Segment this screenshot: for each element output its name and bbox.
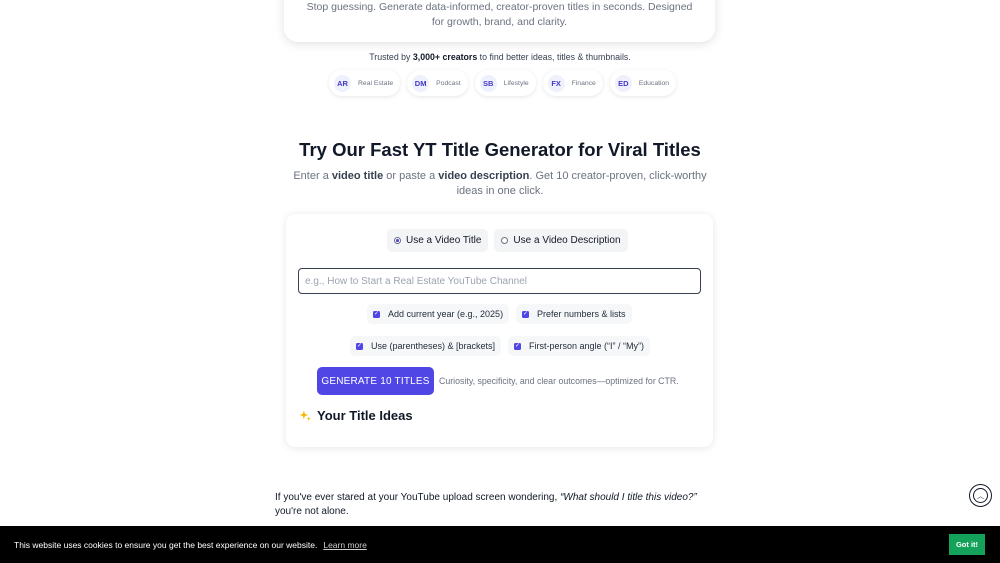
creator-pill: ED Education [609, 70, 677, 96]
option-first-person[interactable]: ✓ First-person angle (“I” / “My”) [508, 336, 651, 356]
video-title-input[interactable] [298, 268, 701, 294]
creator-avatar: AR [334, 74, 351, 92]
generate-hint: Curiosity, specificity, and clear outcom… [439, 376, 679, 386]
article-intro: If you've ever stared at your YouTube up… [275, 491, 725, 519]
section-title: Try Our Fast YT Title Generator for Vira… [299, 139, 701, 160]
hero-card: Stop guessing. Generate data-informed, c… [284, 0, 715, 42]
creator-pill: AR Real Estate [329, 70, 401, 96]
cookie-banner: This website uses cookies to ensure you … [0, 526, 1000, 563]
checkbox-checked-icon[interactable]: ✓ [514, 342, 521, 350]
creator-category: Podcast [436, 79, 461, 87]
checkbox-checked-icon[interactable]: ✓ [522, 310, 529, 318]
option-label: Add current year (e.g., 2025) [388, 309, 504, 319]
creator-avatar: DM [412, 74, 430, 92]
creator-pill: DM Podcast [407, 70, 468, 96]
creator-avatar: SB [479, 74, 497, 92]
creator-category: Finance [571, 79, 596, 87]
cookie-learn-more-link[interactable]: Learn more [323, 540, 366, 550]
option-numbers-lists[interactable]: ✓ Prefer numbers & lists [516, 304, 632, 324]
article-quote: “What should I title this video?” [560, 492, 697, 503]
option-label: Use (parentheses) & [brackets] [371, 341, 496, 351]
creator-pill: SB Lifestyle [474, 70, 536, 96]
option-label: Prefer numbers & lists [537, 309, 626, 319]
radio-icon[interactable] [501, 237, 509, 244]
mode-label: Use a Video Description [513, 235, 621, 246]
ideas-header: Your Title Ideas [299, 408, 413, 423]
creator-pill: FX Finance [542, 70, 603, 96]
checkbox-checked-icon[interactable]: ✓ [356, 342, 363, 350]
chevron-up-icon: ︿ [973, 488, 988, 503]
cookie-accept-button[interactable]: Got it! [949, 534, 985, 555]
scroll-to-top-button[interactable]: ︿ [969, 484, 992, 507]
trusted-prefix: Trusted by [369, 52, 413, 62]
trusted-count: 3,000+ creators [412, 52, 478, 62]
radio-selected-icon[interactable] [394, 237, 401, 244]
creator-avatar: FX [547, 74, 565, 92]
trusted-suffix: to find better ideas, titles & thumbnail… [477, 52, 631, 62]
trusted-line: Trusted by 3,000+ creators to find bette… [0, 52, 1000, 62]
creator-category: Lifestyle [503, 79, 529, 87]
subtitle-text: or paste a [383, 170, 439, 182]
subtitle-emphasis: video description [438, 170, 530, 182]
generate-titles-button[interactable]: GENERATE 10 TITLES [317, 367, 434, 395]
mode-option-title[interactable]: Use a Video Title [387, 229, 489, 252]
sparkles-icon [299, 410, 311, 421]
cookie-text: This website uses cookies to ensure you … [14, 539, 318, 550]
creator-pills: AR Real Estate DM Podcast SB Lifestyle F… [329, 70, 677, 96]
generator-card: Use a Video Title Use a Video Descriptio… [286, 214, 713, 447]
option-current-year[interactable]: ✓ Add current year (e.g., 2025) [367, 304, 510, 324]
mode-selector: Use a Video Title Use a Video Descriptio… [387, 229, 628, 252]
mode-label: Use a Video Title [406, 235, 482, 246]
article-text: you're not alone. [275, 506, 349, 517]
subtitle-emphasis: video title [331, 170, 384, 182]
section-subtitle: Enter a video title or paste a video des… [280, 169, 720, 199]
ideas-heading: Your Title Ideas [317, 408, 413, 423]
subtitle-text: Enter a [293, 170, 332, 182]
creator-category: Real Estate [358, 79, 394, 87]
checkbox-checked-icon[interactable]: ✓ [373, 310, 380, 318]
page: Stop guessing. Generate data-informed, c… [0, 0, 1000, 563]
mode-option-description[interactable]: Use a Video Description [494, 229, 628, 252]
option-brackets[interactable]: ✓ Use (parentheses) & [brackets] [350, 336, 502, 356]
article-text: If you've ever stared at your YouTube up… [275, 492, 561, 503]
option-label: First-person angle (“I” / “My”) [529, 341, 645, 351]
hero-blurb: Stop guessing. Generate data-informed, c… [306, 1, 693, 28]
creator-avatar: ED [614, 74, 632, 92]
creator-category: Education [638, 79, 670, 87]
